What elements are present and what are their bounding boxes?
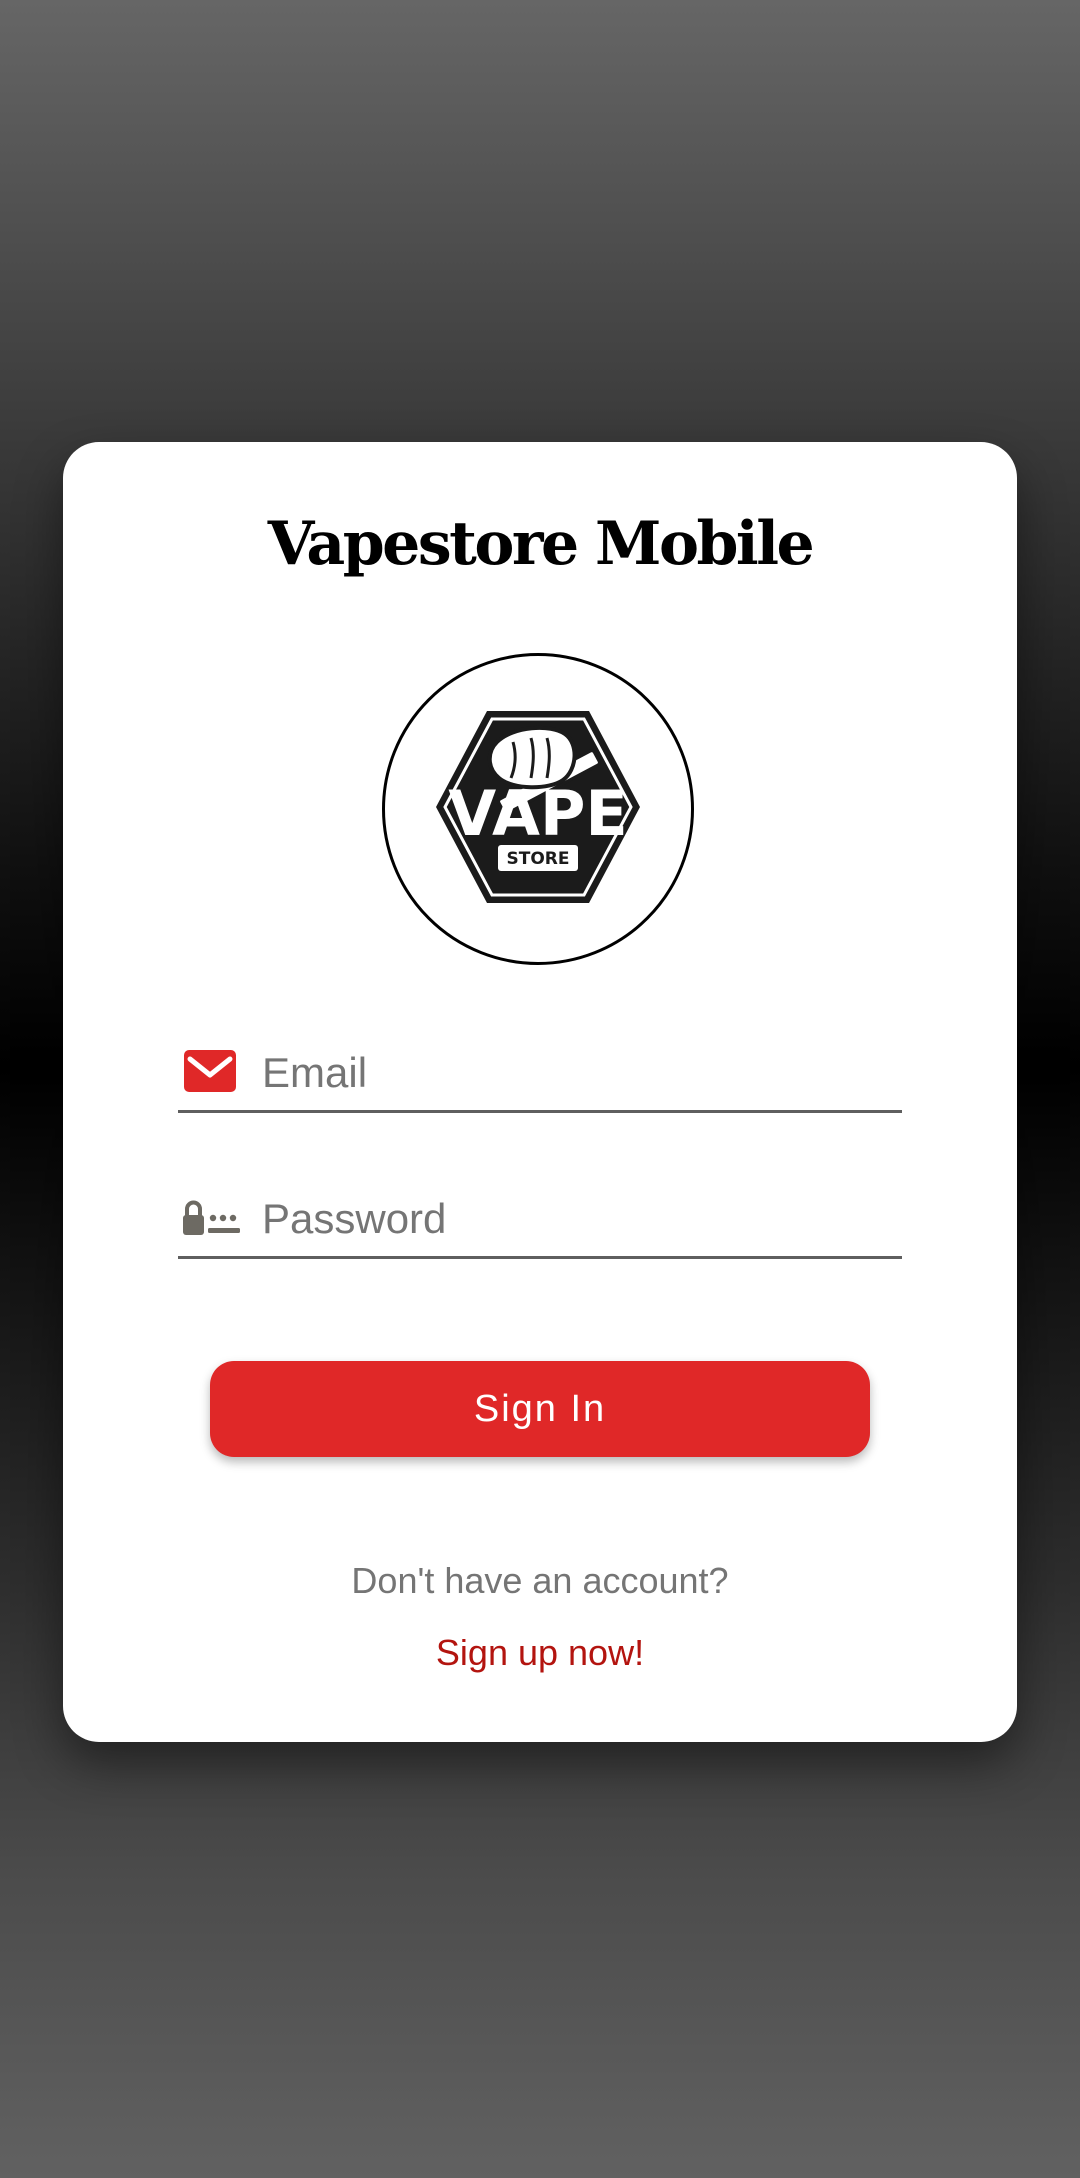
app-title: Vapestore Mobile (267, 509, 815, 579)
password-input[interactable] (262, 1186, 882, 1252)
logo-text-main: VAPE (448, 777, 628, 850)
login-card: Vapestore Mobile VAPE STORE Email Sign I… (63, 442, 1017, 1742)
vape-store-logo-graphic: VAPE STORE (436, 711, 640, 903)
no-account-prompt: Don't have an account? (351, 1560, 729, 1601)
sign-up-link[interactable]: Sign up now! (63, 1632, 1017, 1674)
sign-in-button[interactable]: Sign In (210, 1361, 870, 1457)
email-field-row (178, 1040, 902, 1113)
vape-store-logo: VAPE STORE (382, 653, 694, 965)
email-input[interactable] (262, 1040, 882, 1106)
logo-text-sub: STORE (507, 849, 570, 869)
mail-icon (180, 1048, 240, 1098)
password-lock-icon (180, 1194, 240, 1244)
password-field-row (178, 1186, 902, 1259)
